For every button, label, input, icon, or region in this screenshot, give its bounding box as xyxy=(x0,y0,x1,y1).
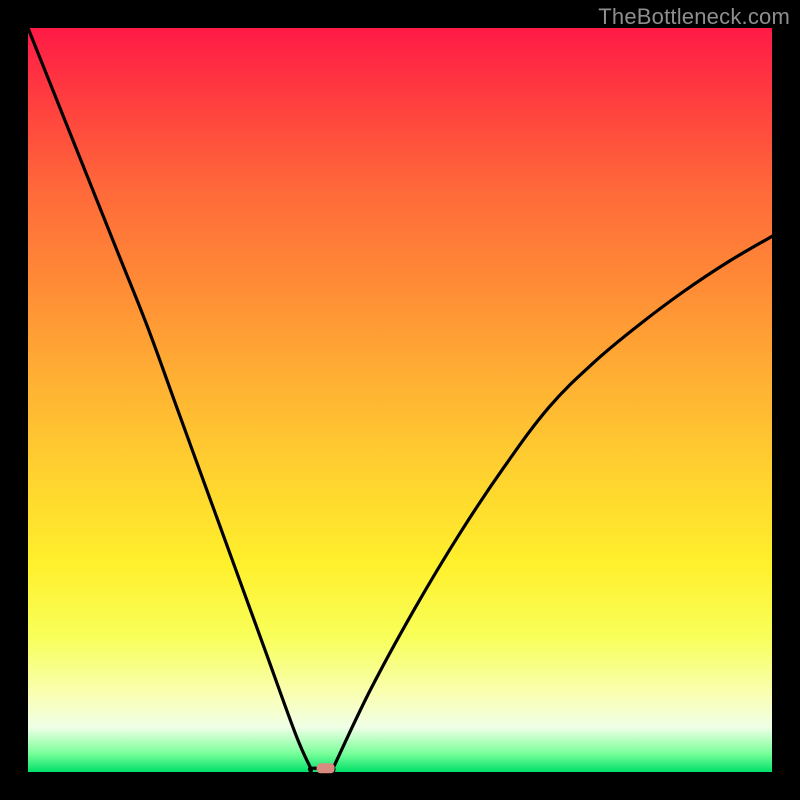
chart-frame: TheBottleneck.com xyxy=(0,0,800,800)
bottleneck-curve xyxy=(28,28,772,775)
plot-area xyxy=(28,28,772,772)
optimum-marker xyxy=(317,763,335,773)
watermark-text: TheBottleneck.com xyxy=(598,4,790,30)
curve-layer xyxy=(28,28,772,772)
